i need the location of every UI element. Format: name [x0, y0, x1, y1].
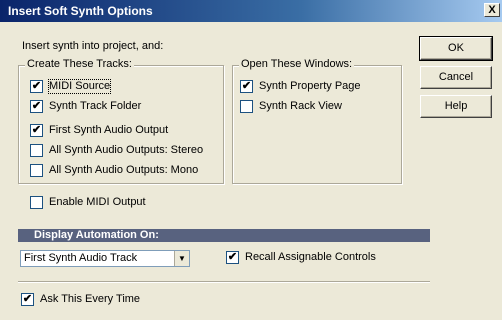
- ok-button[interactable]: OK: [419, 36, 493, 61]
- checkbox-box[interactable]: ✔: [240, 80, 253, 93]
- open-windows-legend: Open These Windows:: [239, 58, 355, 70]
- intro-text: Insert synth into project, and:: [22, 40, 164, 52]
- midi-source-label: MIDI Source: [47, 79, 112, 94]
- separator: [18, 281, 430, 283]
- checkbox-box[interactable]: ✔: [30, 100, 43, 113]
- checkbox-box[interactable]: [30, 164, 43, 177]
- first-synth-audio-output-label: First Synth Audio Output: [49, 124, 169, 136]
- all-outputs-mono-label: All Synth Audio Outputs: Mono: [49, 164, 199, 176]
- enable-midi-output-label: Enable MIDI Output: [49, 196, 146, 208]
- synth-rack-view-label: Synth Rack View: [259, 100, 342, 112]
- cancel-button[interactable]: Cancel: [420, 66, 492, 89]
- window-title: Insert Soft Synth Options: [8, 4, 153, 18]
- automation-track-select[interactable]: First Synth Audio Track ▼: [20, 250, 190, 267]
- create-tracks-legend: Create These Tracks:: [25, 58, 134, 70]
- title-bar: Insert Soft Synth Options X: [0, 0, 502, 22]
- close-button[interactable]: X: [484, 3, 500, 17]
- ask-every-time-label: Ask This Every Time: [40, 293, 141, 305]
- checkbox-box[interactable]: ✔: [30, 80, 43, 93]
- checkbox-box[interactable]: ✔: [226, 251, 239, 264]
- recall-assignable-controls-label: Recall Assignable Controls: [245, 251, 376, 263]
- checkbox-box[interactable]: ✔: [30, 124, 43, 137]
- display-automation-heading: Display Automation On:: [18, 229, 430, 242]
- checkbox-box[interactable]: [30, 196, 43, 209]
- checkbox-box[interactable]: [240, 100, 253, 113]
- checkbox-box[interactable]: [30, 144, 43, 157]
- checkbox-box[interactable]: ✔: [21, 293, 34, 306]
- all-outputs-stereo-label: All Synth Audio Outputs: Stereo: [49, 144, 204, 156]
- help-button[interactable]: Help: [420, 95, 492, 118]
- synth-property-page-label: Synth Property Page: [259, 80, 361, 92]
- synth-track-folder-label: Synth Track Folder: [49, 100, 142, 112]
- chevron-down-icon[interactable]: ▼: [174, 251, 189, 266]
- automation-track-value: First Synth Audio Track: [24, 252, 138, 264]
